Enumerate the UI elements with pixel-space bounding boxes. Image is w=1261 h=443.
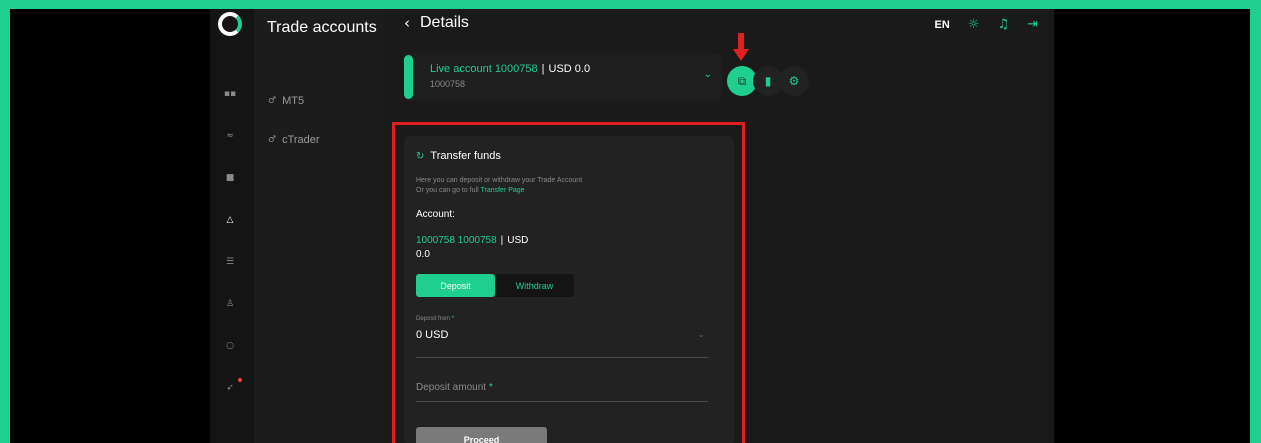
account-balance: USD 0.0: [548, 63, 591, 75]
chevron-left-icon: ‹: [404, 14, 410, 32]
sidebar-title: Trade accounts: [267, 19, 377, 36]
link-icon: ♂: [268, 96, 277, 106]
user-icon[interactable]: ♙: [223, 297, 237, 311]
sun-icon[interactable]: ☼: [968, 17, 980, 32]
back-button[interactable]: ‹ Details: [404, 14, 469, 32]
account-summary: Live account 1000758 | USD 0.0: [430, 63, 590, 75]
chart-icon[interactable]: ≈: [223, 129, 237, 143]
bell-icon[interactable]: ♫: [997, 17, 1009, 32]
sidebar: Trade accounts ♂ MT5 ♂ cTrader: [254, 9, 384, 443]
settings-icon-button[interactable]: ⚙: [779, 66, 809, 96]
logout-icon[interactable]: ⇥: [1027, 17, 1038, 32]
sidebar-item-ctrader[interactable]: ♂ cTrader: [268, 134, 320, 146]
rocket-icon[interactable]: ➶: [223, 381, 237, 395]
sidebar-item-mt5[interactable]: ♂ MT5: [268, 95, 304, 107]
app-window: ▪▪ ≈ ■ △ ☰ ♙ ○ ➶ Trade accounts ♂ MT5 ♂ …: [210, 9, 1054, 443]
red-highlight-annotation: [392, 122, 745, 443]
logo-icon[interactable]: [218, 12, 242, 36]
notification-dot: [238, 378, 242, 382]
sidebar-item-label: MT5: [282, 95, 305, 107]
account-selector[interactable]: Live account 1000758 | USD 0.0 1000758 ⌄: [404, 53, 722, 101]
wallet-icon[interactable]: ■: [223, 171, 237, 185]
top-bar: EN ☼ ♫ ⇥: [935, 17, 1039, 32]
sidebar-item-label: cTrader: [282, 134, 320, 146]
list-icon[interactable]: ☰: [223, 255, 237, 269]
main-content: ‹ Details EN ☼ ♫ ⇥ Live account 1000758 …: [384, 9, 1054, 443]
chat-icon[interactable]: ○: [223, 339, 237, 353]
trade-icon[interactable]: △: [223, 213, 237, 227]
chevron-down-icon[interactable]: ⌄: [704, 69, 712, 80]
page-title: Details: [420, 14, 469, 31]
account-name: Live account 1000758: [430, 63, 538, 75]
account-number: 1000758: [430, 79, 466, 89]
account-color-bar: [404, 55, 413, 99]
separator: |: [541, 63, 545, 75]
grid-icon[interactable]: ▪▪: [223, 87, 237, 101]
language-selector[interactable]: EN: [935, 19, 950, 31]
icon-rail: ▪▪ ≈ ■ △ ☰ ♙ ○ ➶: [210, 9, 254, 443]
link-icon: ♂: [268, 135, 277, 145]
screen-frame: ▪▪ ≈ ■ △ ☰ ♙ ○ ➶ Trade accounts ♂ MT5 ♂ …: [10, 9, 1250, 443]
red-arrow-annotation: [733, 33, 749, 63]
